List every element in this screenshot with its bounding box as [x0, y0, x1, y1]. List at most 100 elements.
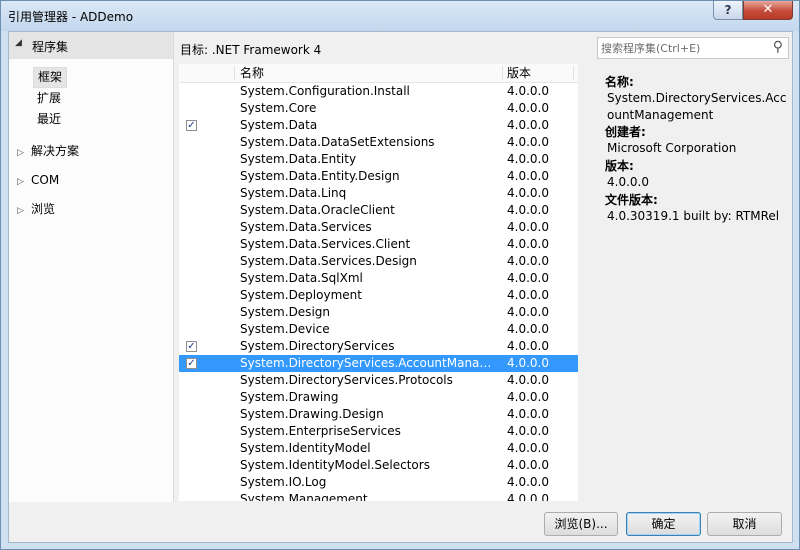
assembly-version: 4.0.0.0: [507, 203, 549, 217]
row-checkbox[interactable]: ✓: [186, 120, 197, 131]
detail-name-label: 名称:: [605, 75, 634, 89]
collapse-triangle-icon: ◢: [15, 38, 22, 48]
assembly-name: System.Data.OracleClient: [240, 203, 395, 217]
nav-group-solution-label: 解决方案: [31, 144, 80, 158]
cancel-button[interactable]: 取消: [707, 512, 782, 536]
list-item[interactable]: ✓ System.DirectoryServices.AccountManage.…: [179, 355, 579, 372]
nav-item-recent[interactable]: 最近: [33, 110, 65, 129]
assembly-name: System.Drawing.Design: [240, 407, 384, 421]
column-header-version[interactable]: 版本: [507, 64, 531, 82]
nav-group-browse-label: 浏览: [31, 202, 56, 216]
nav-assemblies-header[interactable]: ◢ 程序集: [9, 32, 173, 59]
assembly-name: System.DirectoryServices.AccountManage..…: [240, 356, 498, 370]
assembly-version: 4.0.0.0: [507, 373, 549, 387]
row-checkbox[interactable]: ✓: [186, 358, 197, 369]
list-item[interactable]: System.Drawing.Design 4.0.0.0: [179, 406, 579, 423]
column-header-name[interactable]: 名称: [240, 64, 264, 82]
assembly-version: 4.0.0.0: [507, 356, 549, 370]
list-item[interactable]: System.IO.Log 4.0.0.0: [179, 474, 579, 491]
list-item[interactable]: System.DirectoryServices.Protocols 4.0.0.…: [179, 372, 579, 389]
nav-item-framework[interactable]: 框架: [33, 67, 68, 88]
nav-group-com-label: COM: [31, 173, 60, 187]
ok-button[interactable]: 确定: [626, 512, 701, 536]
assembly-version: 4.0.0.0: [507, 339, 549, 353]
list-item[interactable]: System.Data.Services.Design 4.0.0.0: [179, 253, 579, 270]
list-item[interactable]: ✓ System.DirectoryServices 4.0.0.0: [179, 338, 579, 355]
list-item[interactable]: System.Device 4.0.0.0: [179, 321, 579, 338]
nav-group-browse[interactable]: ▷ 浏览: [17, 199, 55, 219]
search-box[interactable]: ⚲: [597, 37, 789, 59]
assembly-name: System.Design: [240, 305, 330, 319]
assembly-version: 4.0.0.0: [507, 458, 549, 472]
list-item[interactable]: System.Management 4.0.0.0: [179, 491, 579, 501]
column-separator: [234, 66, 235, 80]
list-item[interactable]: System.Data.Entity.Design 4.0.0.0: [179, 168, 579, 185]
assembly-name: System.Data.DataSetExtensions: [240, 135, 435, 149]
assembly-version: 4.0.0.0: [507, 322, 549, 336]
assembly-version: 4.0.0.0: [507, 101, 549, 115]
assembly-version: 4.0.0.0: [507, 118, 549, 132]
assembly-name: System.Management: [240, 492, 368, 501]
assembly-version: 4.0.0.0: [507, 492, 549, 501]
list-item[interactable]: System.Core 4.0.0.0: [179, 100, 579, 117]
list-item[interactable]: System.Drawing 4.0.0.0: [179, 389, 579, 406]
assembly-name: System.Data: [240, 118, 318, 132]
list-item[interactable]: ✓ System.Data 4.0.0.0: [179, 117, 579, 134]
target-framework-label: 目标: .NET Framework 4: [180, 43, 322, 57]
details-pane: 名称: System.DirectoryServices.AccountMana…: [599, 64, 792, 501]
list-item[interactable]: System.Data.SqlXml 4.0.0.0: [179, 270, 579, 287]
search-icon[interactable]: ⚲: [773, 39, 783, 55]
list-item[interactable]: System.Data.Services 4.0.0.0: [179, 219, 579, 236]
assembly-version: 4.0.0.0: [507, 475, 549, 489]
close-button[interactable]: ✕: [743, 1, 793, 20]
scroll-down-arrow-icon[interactable]: ▼: [578, 484, 579, 501]
expand-triangle-icon: ▷: [17, 148, 24, 158]
detail-file-version-value: 4.0.30319.1 built by: RTMRel: [607, 209, 780, 223]
nav-assemblies-label: 程序集: [32, 40, 69, 54]
list-item[interactable]: System.IdentityModel 4.0.0.0: [179, 440, 579, 457]
row-checkbox[interactable]: ✓: [186, 341, 197, 352]
assembly-name: System.Data.SqlXml: [240, 271, 363, 285]
list-item[interactable]: System.Data.Services.Client 4.0.0.0: [179, 236, 579, 253]
window-title: 引用管理器 - ADDemo: [8, 10, 134, 24]
list-item[interactable]: System.Data.OracleClient 4.0.0.0: [179, 202, 579, 219]
assembly-name: System.Data.Services: [240, 220, 372, 234]
scroll-up-arrow-icon[interactable]: ▲: [578, 64, 579, 81]
column-separator: [573, 66, 574, 80]
dialog-client-area: ◢ 程序集 框架 扩展 最近 ▷ 解决方案 ▷ COM ▷ 浏览 目标: .NET F…: [8, 31, 793, 543]
list-item[interactable]: System.Deployment 4.0.0.0: [179, 287, 579, 304]
list-item[interactable]: System.EnterpriseServices 4.0.0.0: [179, 423, 579, 440]
title-bar[interactable]: 引用管理器 - ADDemo ? ✕: [1, 1, 799, 31]
assembly-name: System.IO.Log: [240, 475, 327, 489]
assembly-version: 4.0.0.0: [507, 84, 549, 98]
list-rows: System.Configuration.Install 4.0.0.0 Syste…: [179, 83, 579, 501]
help-button[interactable]: ?: [713, 1, 743, 20]
assembly-version: 4.0.0.0: [507, 135, 549, 149]
detail-name-value: System.DirectoryServices.AccountManageme…: [607, 91, 787, 122]
assembly-name: System.Device: [240, 322, 330, 336]
assembly-version: 4.0.0.0: [507, 152, 549, 166]
search-input[interactable]: [601, 40, 761, 56]
nav-group-com[interactable]: ▷ COM: [17, 170, 59, 190]
list-item[interactable]: System.IdentityModel.Selectors 4.0.0.0: [179, 457, 579, 474]
list-header: 名称 版本: [179, 64, 579, 83]
assembly-version: 4.0.0.0: [507, 424, 549, 438]
browse-button[interactable]: 浏览(B)...: [544, 512, 618, 536]
assembly-name: System.Deployment: [240, 288, 362, 302]
list-item[interactable]: System.Design 4.0.0.0: [179, 304, 579, 321]
vertical-scrollbar[interactable]: ▲ ▼: [578, 64, 579, 501]
nav-group-solution[interactable]: ▷ 解决方案: [17, 141, 79, 161]
assembly-version: 4.0.0.0: [507, 407, 549, 421]
assembly-list: 名称 版本 System.Configuration.Install 4.0.0.…: [179, 64, 579, 501]
list-item[interactable]: System.Configuration.Install 4.0.0.0: [179, 83, 579, 100]
nav-item-extensions[interactable]: 扩展: [33, 89, 65, 108]
assembly-name: System.Configuration.Install: [240, 84, 410, 98]
list-item[interactable]: System.Data.Linq 4.0.0.0: [179, 185, 579, 202]
assembly-name: System.DirectoryServices: [240, 339, 395, 353]
assembly-version: 4.0.0.0: [507, 441, 549, 455]
assembly-name: System.Data.Services.Design: [240, 254, 417, 268]
assembly-name: System.DirectoryServices.Protocols: [240, 373, 453, 387]
detail-version-label: 版本:: [605, 159, 634, 173]
list-item[interactable]: System.Data.DataSetExtensions 4.0.0.0: [179, 134, 579, 151]
list-item[interactable]: System.Data.Entity 4.0.0.0: [179, 151, 579, 168]
